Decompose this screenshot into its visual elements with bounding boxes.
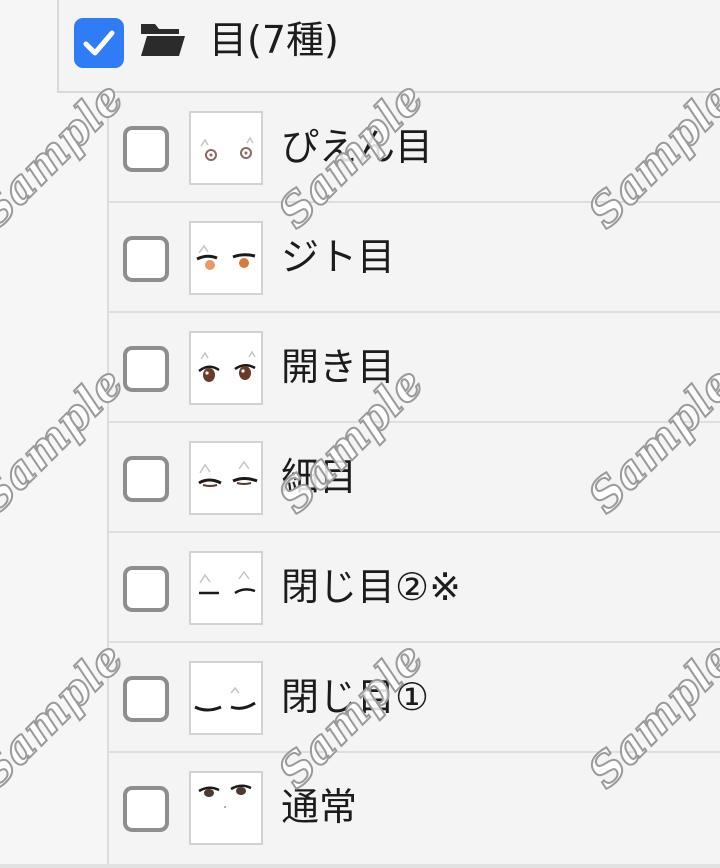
checkmark-icon	[83, 30, 115, 56]
layer-checkbox[interactable]	[123, 456, 169, 502]
folder-checkbox[interactable]	[74, 18, 124, 68]
folder-row[interactable]: 目(7種)	[57, 0, 720, 93]
layer-checkbox[interactable]	[123, 786, 169, 832]
folder-icon	[141, 24, 185, 56]
layer-item[interactable]: 通常	[109, 753, 720, 868]
layer-label: 閉じ目②※	[281, 565, 461, 609]
layer-checkbox[interactable]	[123, 126, 169, 172]
bottom-divider	[0, 864, 720, 868]
layer-list: ぴえん目 ジト目 開き目 細目 閉じ目②※ 閉じ目① 通常	[107, 93, 720, 868]
layer-thumbnail	[189, 551, 263, 625]
layer-checkbox[interactable]	[123, 346, 169, 392]
layer-thumbnail	[189, 771, 263, 845]
layer-checkbox[interactable]	[123, 236, 169, 282]
folder-label: 目(7種)	[209, 18, 339, 62]
layer-item[interactable]: 閉じ目①	[109, 643, 720, 753]
layer-label: 開き目	[281, 345, 396, 389]
layer-checkbox[interactable]	[123, 676, 169, 722]
layer-label: 通常	[281, 785, 358, 829]
layer-checkbox[interactable]	[123, 566, 169, 612]
layer-label: 閉じ目①	[281, 675, 430, 719]
layer-label: 細目	[281, 455, 358, 499]
layer-label: ぴえん目	[281, 125, 434, 169]
layer-thumbnail	[189, 661, 263, 735]
layer-item[interactable]: ぴえん目	[109, 93, 720, 203]
layer-item[interactable]: 細目	[109, 423, 720, 533]
layer-thumbnail	[189, 111, 263, 185]
layer-item[interactable]: 閉じ目②※	[109, 533, 720, 643]
layer-thumbnail	[189, 221, 263, 295]
layer-item[interactable]: ジト目	[109, 203, 720, 313]
layer-label: ジト目	[281, 235, 396, 279]
layer-thumbnail	[189, 441, 263, 515]
layer-item[interactable]: 開き目	[109, 313, 720, 423]
layer-thumbnail	[189, 331, 263, 405]
